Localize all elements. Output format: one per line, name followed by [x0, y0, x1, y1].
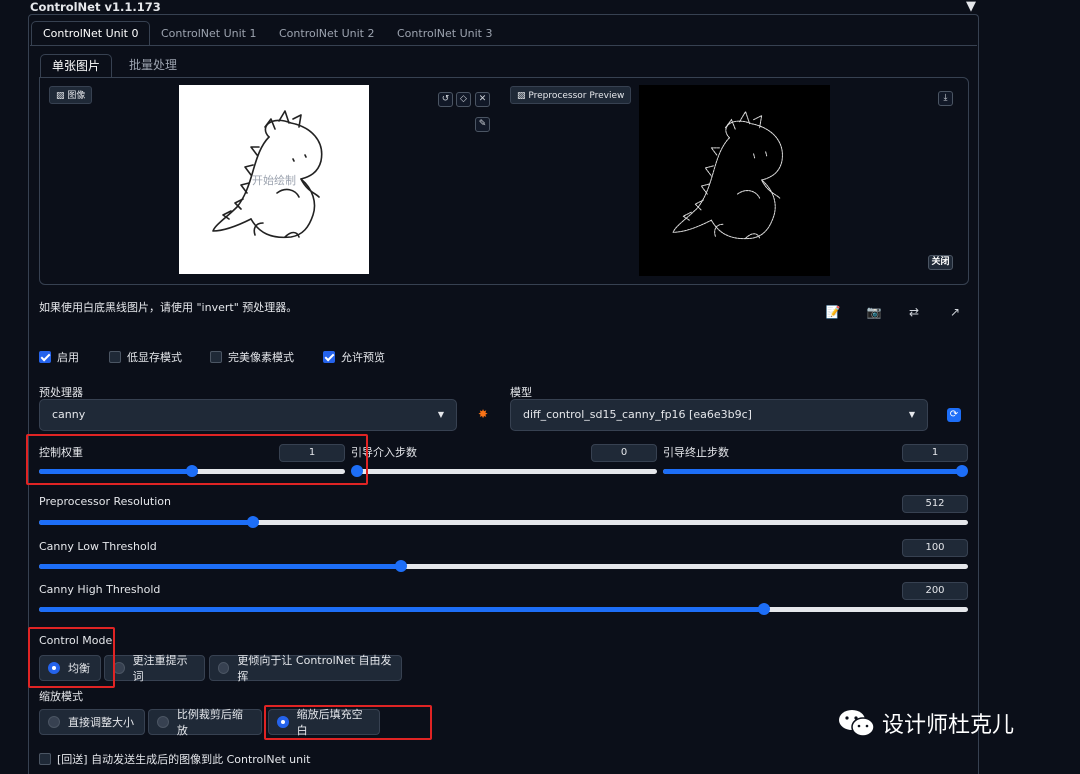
preprocessor-label: 预处理器: [39, 386, 83, 399]
start-step-input[interactable]: 0: [591, 444, 657, 462]
checkbox-box[interactable]: [323, 351, 335, 363]
preprocessor-preview-chip: ▨ Preprocessor Preview: [510, 86, 632, 104]
wechat-icon: [839, 710, 875, 737]
end-step-slider-fill: [663, 469, 962, 474]
end-step-input[interactable]: 1: [902, 444, 968, 462]
caret-down-icon: ▼: [908, 410, 915, 419]
swap-icon[interactable]: ⇄: [906, 304, 922, 320]
resize-mode-just-resize[interactable]: 直接调整大小: [39, 709, 145, 735]
caret-down-icon: ▼: [437, 410, 444, 419]
checkbox-loopback[interactable]: [回送] 自动发送生成后的图像到此 ControlNet unit: [39, 751, 310, 767]
high-threshold-slider[interactable]: [39, 603, 968, 615]
dinosaur-edge-map: [672, 110, 783, 240]
resize-mode-label: 缩放模式: [39, 690, 83, 703]
end-step-slider[interactable]: [663, 465, 968, 477]
triangle-down-icon[interactable]: ▼: [966, 0, 976, 14]
end-step-slider-thumb[interactable]: [956, 465, 968, 477]
model-label: 模型: [510, 386, 532, 399]
checkbox-pixel-perfect[interactable]: 完美像素模式: [210, 349, 294, 365]
controlnet-title[interactable]: ControlNet v1.1.173: [30, 0, 161, 14]
invert-hint: 如果使用白底黑线图片，请使用 "invert" 预处理器。: [39, 301, 298, 314]
highlight-weight: [26, 434, 368, 485]
highlight-control-mode: [28, 627, 115, 688]
control-mode-controlnet[interactable]: 更倾向于让 ControlNet 自由发挥: [209, 654, 402, 683]
tab-unit-1[interactable]: ControlNet Unit 1: [150, 21, 267, 46]
resolution-slider[interactable]: [39, 516, 968, 528]
checkbox-enable[interactable]: 启用: [39, 349, 79, 365]
checkbox-low-vram[interactable]: 低显存模式: [109, 349, 182, 365]
low-threshold-input[interactable]: 100: [902, 539, 968, 557]
brush-icon[interactable]: ✎: [475, 117, 490, 132]
preprocessor-select[interactable]: canny ▼: [39, 399, 457, 431]
checkbox-box[interactable]: [39, 753, 51, 765]
end-step-label: 引导终止步数: [663, 446, 729, 459]
high-threshold-input[interactable]: 200: [902, 582, 968, 600]
send-dimensions-icon[interactable]: ↗: [947, 304, 963, 320]
high-threshold-label: Canny High Threshold: [39, 583, 161, 596]
resolution-slider-fill: [39, 520, 253, 525]
camera-icon[interactable]: 📷: [866, 304, 882, 320]
checkbox-box[interactable]: [109, 351, 121, 363]
tab-batch[interactable]: 批量处理: [118, 54, 188, 78]
download-icon[interactable]: ⤓: [938, 91, 953, 106]
tab-unit-3[interactable]: ControlNet Unit 3: [386, 21, 503, 46]
close-icon[interactable]: ✕: [475, 92, 490, 107]
checkbox-allow-preview[interactable]: 允许预览: [323, 349, 385, 365]
tab-divider: [30, 45, 977, 46]
control-mode-prompt[interactable]: 更注重提示词: [104, 654, 205, 683]
high-threshold-slider-thumb[interactable]: [757, 603, 770, 615]
low-threshold-slider[interactable]: [39, 560, 968, 572]
low-threshold-slider-fill: [39, 564, 402, 569]
model-select[interactable]: diff_control_sd15_canny_fp16 [ea6e3b9c] …: [510, 399, 928, 431]
canvas-hint-text: 开始绘制: [252, 174, 296, 187]
resolution-label: Preprocessor Resolution: [39, 495, 171, 508]
tab-single-image[interactable]: 单张图片: [40, 54, 113, 78]
radio-dot[interactable]: [48, 716, 60, 728]
start-step-slider[interactable]: [351, 465, 657, 477]
checkbox-box[interactable]: [39, 351, 51, 363]
close-preview-button[interactable]: 关闭: [928, 255, 953, 270]
radio-dot[interactable]: [157, 716, 169, 728]
tab-unit-2[interactable]: ControlNet Unit 2: [268, 21, 385, 46]
radio-dot[interactable]: [218, 662, 230, 674]
image-icon: ▨: [56, 91, 68, 101]
run-preprocessor-icon[interactable]: ✸: [478, 407, 488, 421]
refresh-icon[interactable]: ⟳: [947, 408, 961, 422]
resolution-input[interactable]: 512: [902, 495, 968, 513]
new-canvas-icon[interactable]: 📝: [825, 304, 841, 320]
tab-unit-0[interactable]: ControlNet Unit 0: [31, 21, 151, 46]
resize-mode-crop[interactable]: 比例裁剪后缩放: [148, 708, 262, 737]
preview-image: [639, 85, 830, 276]
resolution-slider-thumb[interactable]: [246, 516, 259, 528]
high-threshold-slider-fill: [39, 607, 764, 612]
image-label-chip: ▨ 图像: [49, 86, 93, 104]
low-threshold-label: Canny Low Threshold: [39, 540, 157, 553]
undo-icon[interactable]: ↺: [438, 92, 453, 107]
checkbox-box[interactable]: [210, 351, 222, 363]
wechat-watermark: 设计师杜克儿: [838, 707, 1014, 739]
eraser-icon[interactable]: ◇: [456, 92, 471, 107]
highlight-resize-mode: [264, 705, 432, 740]
image-icon: ▨: [517, 91, 529, 101]
